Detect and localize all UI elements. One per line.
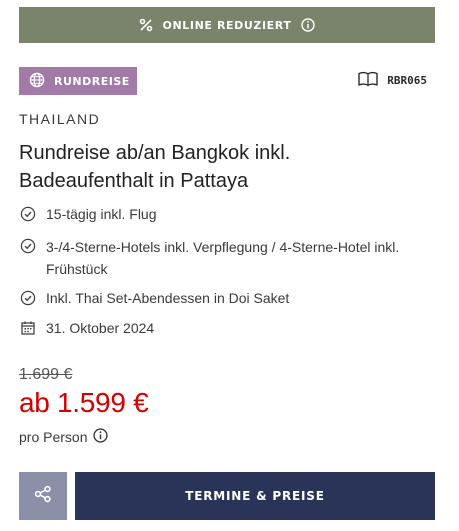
- feature-item: 3-/4-Sterne-Hotels inkl. Verpflegung / 4…: [19, 236, 439, 280]
- share-icon: [34, 485, 52, 508]
- price-unit: pro Person: [19, 428, 109, 446]
- old-price: 1.699 €: [19, 366, 73, 383]
- trip-title[interactable]: Rundreise ab/an Bangkok inkl. Badeaufent…: [19, 139, 419, 195]
- country-label: THAILAND: [19, 111, 101, 127]
- feature-text: 3-/4-Sterne-Hotels inkl. Verpflegung / 4…: [46, 239, 400, 277]
- trip-code-label: RBR065: [387, 73, 427, 87]
- online-reduced-banner: ONLINE REDUZIERT: [19, 7, 435, 43]
- info-icon[interactable]: [93, 428, 109, 446]
- feature-item: 15-tägig inkl. Flug: [19, 204, 157, 224]
- travel-date: 31. Oktober 2024: [46, 320, 155, 336]
- category-tag-label: RUNDREISE: [54, 74, 130, 88]
- price-unit-label: pro Person: [19, 429, 88, 445]
- trip-code: RBR065: [358, 70, 427, 90]
- percent-icon: [139, 18, 153, 32]
- banner-label: ONLINE REDUZIERT: [162, 18, 292, 32]
- globe-icon: [29, 72, 45, 91]
- feature-text: 15-tägig inkl. Flug: [46, 206, 157, 222]
- feature-text: Inkl. Thai Set-Abendessen in Doi Saket: [46, 290, 290, 306]
- check-circle-icon: [19, 236, 37, 256]
- book-icon: [358, 71, 378, 90]
- calendar-icon: [19, 318, 37, 338]
- date-item: 31. Oktober 2024: [19, 318, 154, 338]
- category-tag: RUNDREISE: [19, 67, 137, 95]
- share-button[interactable]: [19, 472, 67, 520]
- info-icon[interactable]: [301, 18, 316, 32]
- feature-item: Inkl. Thai Set-Abendessen in Doi Saket: [19, 288, 289, 308]
- check-circle-icon: [19, 288, 37, 308]
- current-price: ab 1.599 €: [19, 387, 149, 418]
- check-circle-icon: [19, 204, 37, 224]
- dates-and-prices-button[interactable]: TERMINE & PREISE: [75, 472, 435, 520]
